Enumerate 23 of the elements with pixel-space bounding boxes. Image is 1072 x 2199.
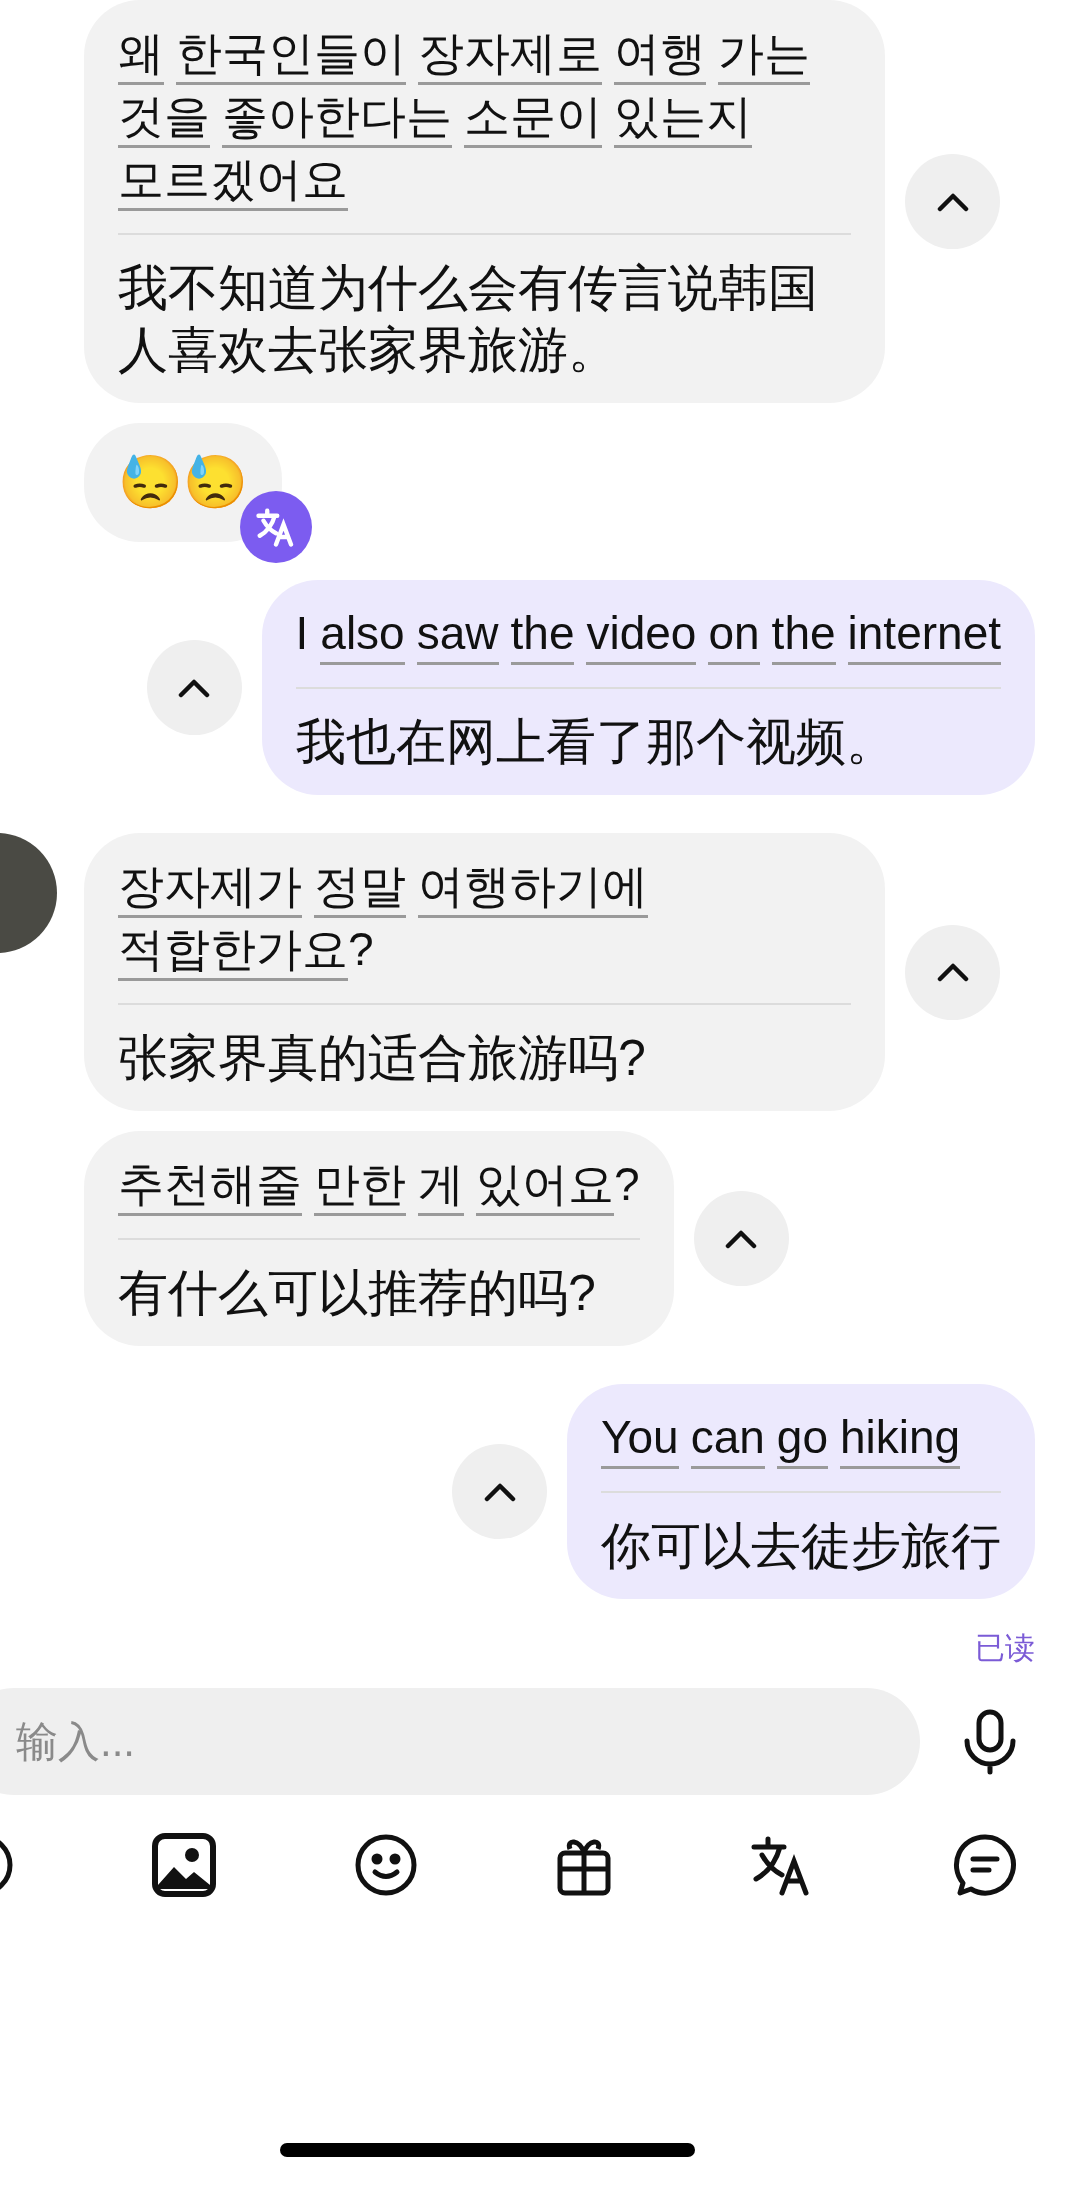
translation-text: 我也在网上看了那个视频。	[295, 713, 897, 772]
smiley-icon[interactable]	[354, 1833, 418, 1897]
chevron-up-icon	[483, 1481, 516, 1502]
chevron-up-icon	[725, 1228, 758, 1249]
original-text: I also saw the video on the internet	[283, 602, 1001, 665]
original-text: 추천해줄 만한 게 있어요?	[106, 1153, 640, 1216]
original-text: 왜 한국인들이 장자제로 여행 가는 것을 좋아한다는 소문이 있는지 모르겠어요	[106, 22, 851, 211]
microphone-icon[interactable]	[962, 1708, 1018, 1775]
translate-icon	[256, 507, 296, 547]
chat-icon[interactable]	[952, 1833, 1018, 1897]
chevron-up-icon	[936, 191, 969, 212]
chevron-up-icon	[178, 677, 211, 698]
image-icon[interactable]	[152, 1833, 216, 1897]
translation-text: 有什么可以推荐的吗?	[118, 1264, 597, 1323]
message-input[interactable]: 输入...	[0, 1688, 920, 1795]
translation-text: 你可以去徒步旅行	[601, 1517, 1001, 1576]
translation-text: 张家界真的适合旅游吗?	[118, 1029, 647, 1088]
chevron-up-icon	[936, 962, 969, 982]
original-text: You can go hiking	[589, 1406, 1001, 1469]
translation-text: 我不知道为什么会有传言说韩国人喜欢去张家界旅游。	[118, 259, 819, 380]
read-receipt: 已读	[975, 1630, 1035, 1666]
original-text: 장자제가 정말 여행하기에 적합한가요?	[106, 855, 851, 981]
emoji-text: 😓😓	[118, 452, 248, 513]
